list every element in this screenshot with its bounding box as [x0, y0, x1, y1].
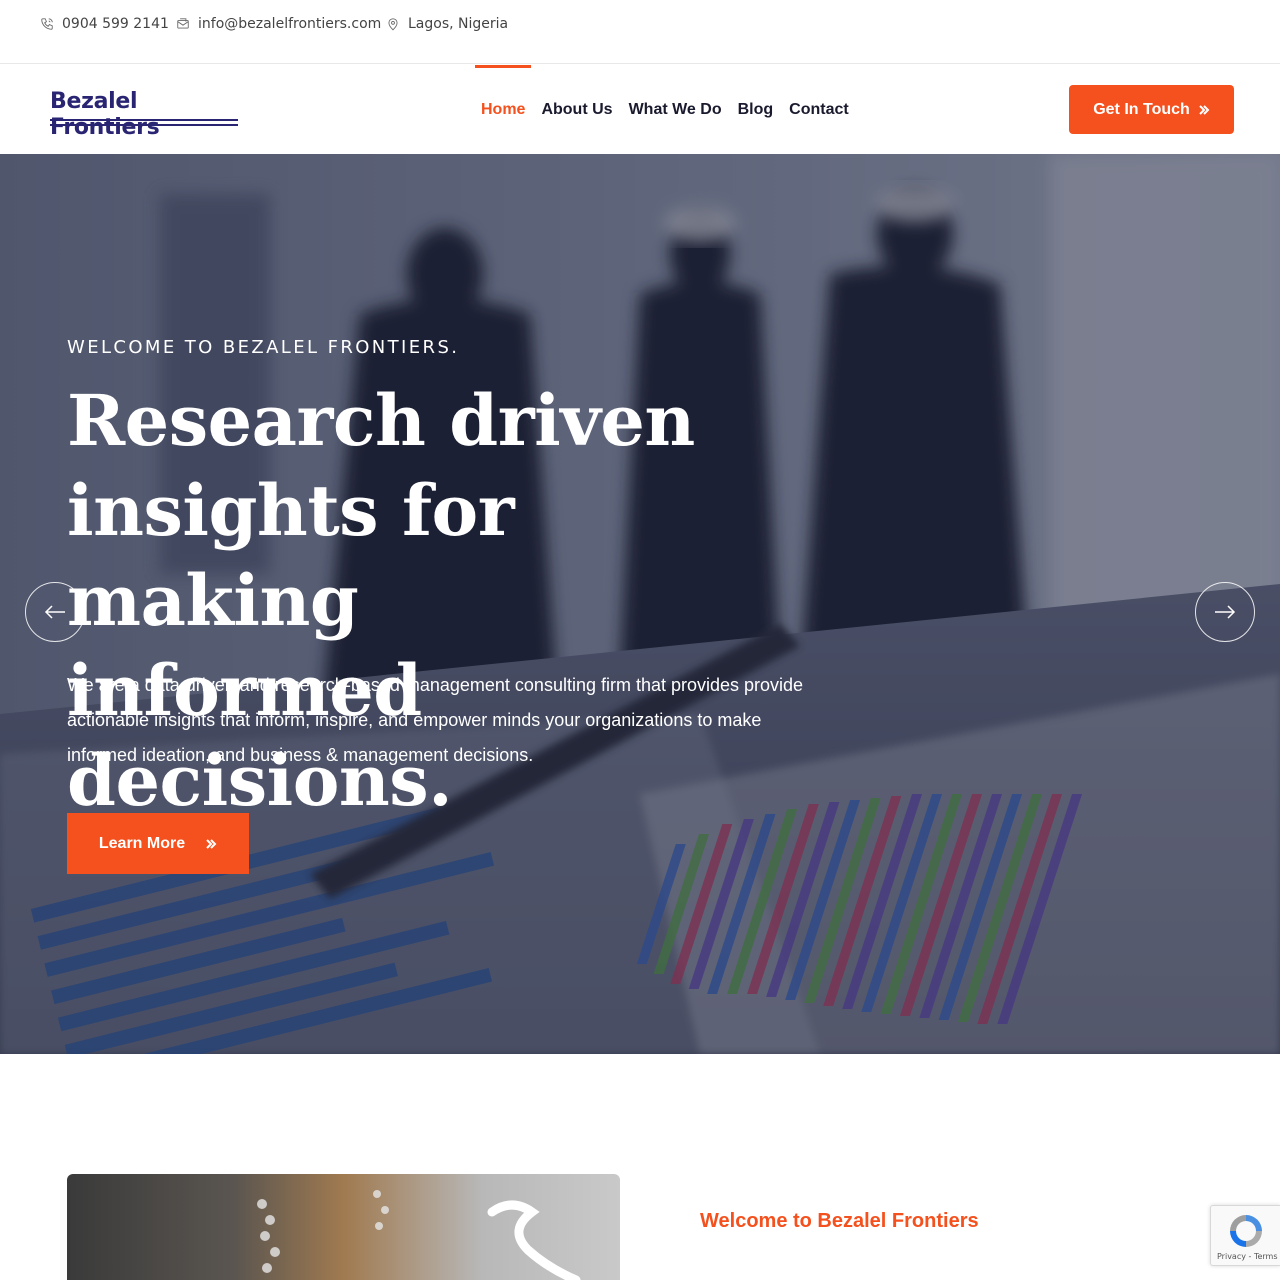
- mail-icon: [177, 18, 189, 29]
- nav-label: About Us: [541, 101, 613, 118]
- phone-text: 0904 599 2141: [62, 16, 169, 32]
- nav-label: Blog: [737, 101, 774, 118]
- about-section-title: Welcome to Bezalel Frontiers: [700, 1210, 979, 1232]
- hero-description: We are a data-driven and research-based …: [67, 668, 827, 773]
- slider-prev-button[interactable]: [25, 582, 85, 642]
- nav-item-about-us[interactable]: About Us: [541, 65, 612, 154]
- slider-next-button[interactable]: [1195, 582, 1255, 642]
- cta-label: Get In Touch: [1093, 100, 1190, 118]
- logo-underline: [50, 124, 238, 126]
- about-image: [67, 1174, 620, 1280]
- arrow-right-icon: [1215, 605, 1236, 619]
- nav-item-blog[interactable]: Blog: [738, 65, 774, 154]
- nav-label: Home: [481, 101, 526, 118]
- contact-phone[interactable]: 0904 599 2141: [40, 16, 169, 32]
- description-line: We are a data-driven and research-based …: [67, 675, 804, 695]
- double-chevron-right-icon: [1199, 104, 1210, 115]
- nav-label: What We Do: [628, 101, 722, 118]
- site-header: Bezalel Frontiers Home About Us What We …: [0, 65, 1280, 154]
- about-image-graphic: [257, 1190, 581, 1280]
- nav-item-home[interactable]: Home: [475, 65, 532, 154]
- hero-eyebrow: WELCOME TO BEZALEL FRONTIERS.: [67, 337, 460, 358]
- description-line: informed ideation, and business & manage…: [67, 745, 534, 765]
- location-pin-icon: [388, 18, 398, 31]
- main-nav: Home About Us What We Do Blog Contact: [475, 65, 865, 154]
- contact-email[interactable]: info@bezalelfrontiers.com: [176, 16, 381, 32]
- learn-more-label: Learn More: [98, 834, 186, 852]
- double-chevron-right-icon: [206, 838, 217, 849]
- logo-underline: [50, 119, 238, 121]
- headline-line: Research driven: [67, 379, 695, 462]
- nav-item-what-we-do[interactable]: What We Do: [629, 65, 722, 154]
- headline-line: insights for making: [67, 469, 515, 642]
- recaptcha-links[interactable]: Privacy - Terms: [1217, 1252, 1278, 1261]
- nav-label: Contact: [789, 101, 849, 118]
- recaptcha-icon: [1230, 1215, 1262, 1247]
- phone-icon: [41, 18, 53, 30]
- recaptcha-badge[interactable]: Privacy - Terms: [1210, 1205, 1280, 1266]
- top-info-bar: 0904 599 2141 info@bezalelfrontiers.com …: [0, 0, 1280, 64]
- email-text: info@bezalelfrontiers.com: [198, 16, 382, 32]
- nav-item-contact[interactable]: Contact: [789, 65, 849, 154]
- location-text: Lagos, Nigeria: [408, 16, 509, 32]
- arrow-left-icon: [44, 605, 65, 619]
- description-line: actionable insights that inform, inspire…: [67, 710, 762, 730]
- get-in-touch-button[interactable]: Get In Touch: [1069, 85, 1234, 134]
- active-indicator: [475, 65, 532, 68]
- hero-slider: WELCOME TO BEZALEL FRONTIERS. Research d…: [0, 154, 1280, 1054]
- learn-more-button[interactable]: Learn More: [67, 813, 249, 874]
- site-logo[interactable]: Bezalel Frontiers: [50, 89, 240, 140]
- contact-location: Lagos, Nigeria: [386, 16, 508, 32]
- logo-text: Bezalel Frontiers: [50, 89, 160, 140]
